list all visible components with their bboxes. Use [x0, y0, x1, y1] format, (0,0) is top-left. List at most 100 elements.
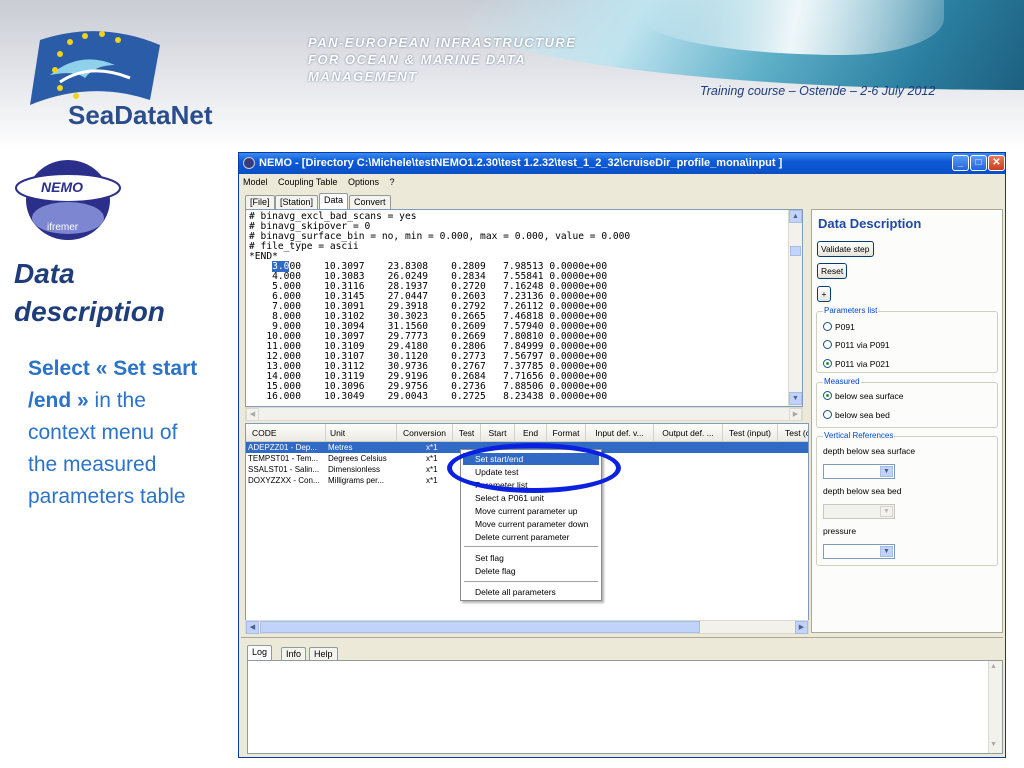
column-header[interactable]: Conversion: [397, 424, 453, 442]
file-text-area[interactable]: # binavg_excl_bad_scans = yes # binavg_sk…: [245, 209, 803, 407]
radio-icon: [823, 340, 832, 349]
app-icon: [243, 157, 255, 169]
column-header[interactable]: Output def. ...: [654, 424, 723, 442]
validate-step-button[interactable]: Validate step: [817, 241, 874, 257]
depth-bed-label: depth below sea bed: [823, 486, 902, 496]
chevron-down-icon[interactable]: ▼: [880, 546, 893, 557]
scroll-right-icon[interactable]: ▶: [789, 408, 802, 421]
column-header[interactable]: End: [515, 424, 547, 442]
group-label: Measured: [823, 377, 861, 386]
log-vertical-scrollbar[interactable]: ▲ ▼: [988, 661, 1002, 753]
scroll-down-icon[interactable]: ▼: [789, 392, 802, 405]
radio-label: P091: [835, 322, 855, 332]
cell-code: DOXYZZXX - Con...: [248, 476, 320, 485]
cell-unit: Milligrams per...: [328, 476, 385, 485]
column-header[interactable]: Test: [453, 424, 481, 442]
scroll-left-icon[interactable]: ◀: [246, 621, 259, 634]
group-label: Vertical References: [823, 431, 895, 440]
scroll-down-icon[interactable]: ▼: [990, 741, 997, 748]
text-horizontal-scrollbar[interactable]: ◀ ▶: [245, 407, 803, 421]
tagline-line: PAN-EUROPEAN INFRASTRUCTURE: [308, 35, 577, 50]
tab-data[interactable]: Data: [319, 193, 349, 209]
tab-info[interactable]: Info: [281, 647, 307, 661]
window-title: NEMO - [Directory C:\Michele\testNEMO1.2…: [259, 157, 783, 169]
menu-separator: [464, 546, 598, 547]
maximize-icon[interactable]: □: [970, 155, 987, 171]
cell-unit: Dimensionless: [328, 465, 381, 474]
radio-p091[interactable]: P091: [823, 322, 855, 332]
window-titlebar: NEMO - [Directory C:\Michele\testNEMO1.2…: [239, 153, 1005, 174]
pressure-select[interactable]: ▼: [823, 544, 895, 559]
menu-coupling-table[interactable]: Coupling Table: [278, 177, 337, 187]
column-header[interactable]: Unit: [326, 424, 397, 442]
add-button[interactable]: +: [817, 286, 831, 302]
file-text-content: # binavg_excl_bad_scans = yes # binavg_sk…: [246, 210, 802, 402]
depth-surface-label: depth below sea surface: [823, 446, 916, 456]
nemo-logo-top-text: NEMO: [41, 179, 83, 195]
data-line: 16.000 10.3049 29.0043 0.2725 8.23438 0.…: [249, 391, 608, 402]
nemo-window: NEMO - [Directory C:\Michele\testNEMO1.2…: [238, 152, 1006, 758]
menu-options[interactable]: Options: [348, 177, 379, 187]
close-icon[interactable]: ✕: [988, 155, 1005, 171]
column-header[interactable]: Input def. v...: [586, 424, 654, 442]
minimize-icon[interactable]: _: [952, 155, 969, 171]
text-vertical-scrollbar[interactable]: ▲ ▼: [788, 210, 802, 406]
measured-group: Measured below sea surface below sea bed: [816, 377, 998, 428]
cell-code: ADEPZZ01 - Dep...: [248, 443, 317, 452]
radio-below-sea-bed[interactable]: below sea bed: [823, 410, 890, 420]
scroll-up-icon[interactable]: ▲: [990, 663, 997, 670]
radio-label: below sea surface: [835, 391, 904, 401]
group-label: Parameters list: [823, 306, 879, 315]
column-header[interactable]: Start: [481, 424, 515, 442]
menu-item-delete-all[interactable]: Delete all parameters: [463, 586, 599, 598]
menu-item-move-up[interactable]: Move current parameter up: [463, 505, 599, 517]
tagline-line: MANAGEMENT: [308, 69, 418, 84]
chevron-down-icon[interactable]: ▼: [880, 506, 893, 517]
tab-help[interactable]: Help: [309, 647, 338, 661]
reset-button[interactable]: Reset: [817, 263, 848, 279]
depth-bed-select[interactable]: ▼: [823, 504, 895, 519]
course-subtitle: Training course – Ostende – 2-6 July 201…: [700, 84, 936, 98]
seadatanet-emblem-icon: [30, 31, 160, 105]
tab-convert[interactable]: Convert: [349, 195, 391, 209]
nemo-logo-bottom-text: ifremer: [47, 222, 79, 233]
tab-station[interactable]: [Station]: [275, 195, 319, 209]
menubar: Model Coupling Table Options ?: [239, 175, 403, 189]
menu-model[interactable]: Model: [243, 177, 268, 187]
slide-instruction: Select « Set start /end » in the context…: [28, 353, 208, 513]
tab-file[interactable]: [File]: [245, 195, 275, 209]
parameters-list-group: Parameters list P091 P011 via P091 P011 …: [816, 306, 998, 373]
scroll-left-icon[interactable]: ◀: [246, 408, 259, 421]
seadatanet-logo-text: SeaDataNet: [68, 100, 213, 130]
log-text-area[interactable]: ▲ ▼: [247, 660, 1003, 754]
depth-surface-select[interactable]: ▼: [823, 464, 895, 479]
menu-item-select-unit[interactable]: Select a P061 unit: [463, 492, 599, 504]
radio-label: P011 via P021: [835, 359, 890, 369]
radio-icon: [823, 410, 832, 419]
chevron-down-icon[interactable]: ▼: [880, 466, 893, 477]
menu-item-move-down[interactable]: Move current parameter down: [463, 518, 599, 530]
radio-icon: [823, 322, 832, 331]
table-horizontal-scrollbar[interactable]: ◀ ▶: [245, 620, 809, 634]
column-header[interactable]: Test (input): [723, 424, 778, 442]
column-header[interactable]: CODE: [246, 424, 326, 442]
cell-code: SSALST01 - Salin...: [248, 465, 320, 474]
column-header[interactable]: Test (c: [778, 424, 808, 442]
tab-log[interactable]: Log: [247, 645, 273, 661]
radio-p011-via-p091[interactable]: P011 via P091: [823, 340, 890, 350]
radio-label: below sea bed: [835, 410, 890, 420]
data-description-panel: Data Description Validate step Reset + P…: [811, 209, 1003, 633]
column-header[interactable]: Format: [547, 424, 586, 442]
scroll-thumb[interactable]: [260, 621, 700, 633]
menu-item-delete-parameter[interactable]: Delete current parameter: [463, 531, 599, 543]
radio-p011-via-p021[interactable]: P011 via P021: [823, 359, 890, 369]
scroll-up-icon[interactable]: ▲: [789, 210, 802, 223]
cell-conversion: x*1: [426, 476, 438, 485]
menu-help[interactable]: ?: [389, 177, 394, 187]
radio-below-sea-surface[interactable]: below sea surface: [823, 391, 904, 401]
menu-item-set-flag[interactable]: Set flag: [463, 552, 599, 564]
scroll-thumb[interactable]: [790, 246, 801, 256]
scroll-right-icon[interactable]: ▶: [795, 621, 808, 634]
header-tagline: PAN-EUROPEAN INFRASTRUCTURE FOR OCEAN & …: [308, 34, 628, 85]
menu-item-delete-flag[interactable]: Delete flag: [463, 565, 599, 577]
